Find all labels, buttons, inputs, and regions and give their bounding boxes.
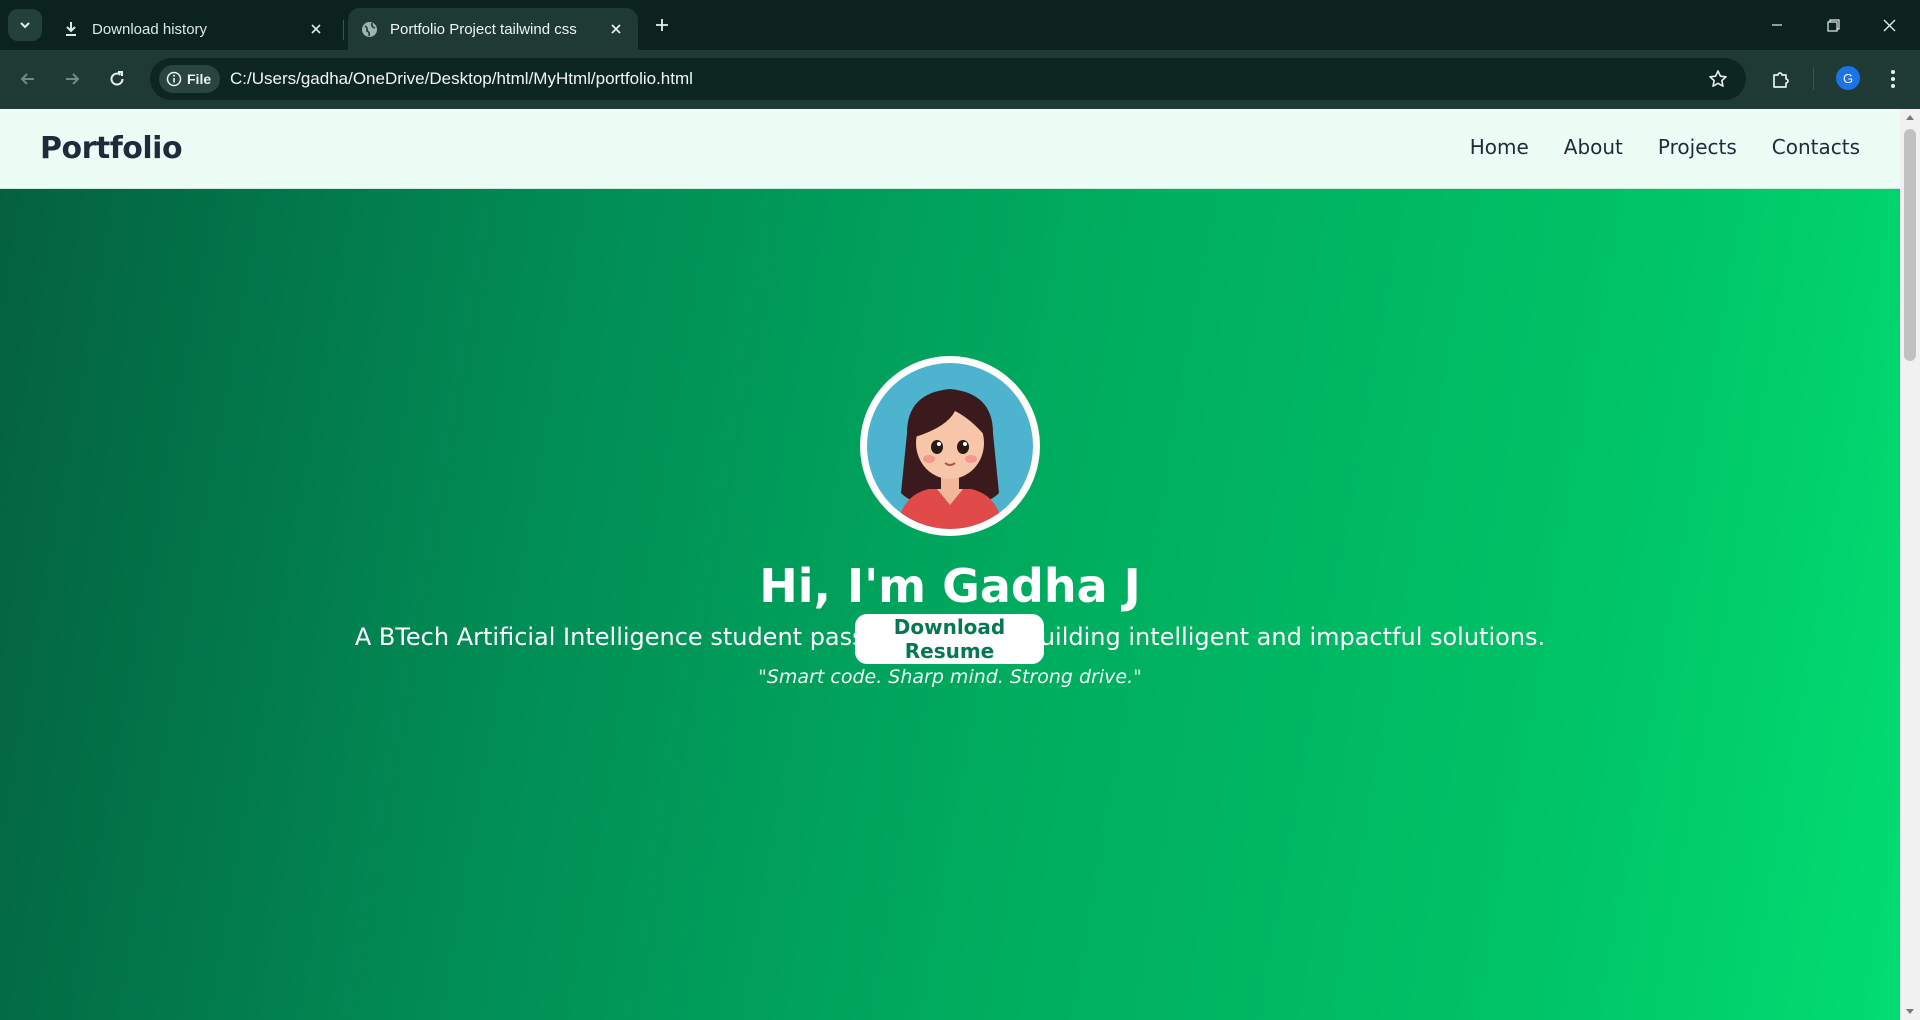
bookmark-button[interactable] (1706, 67, 1730, 91)
profile-avatar-frame (860, 356, 1040, 536)
address-bar[interactable]: File C:/Users/gadha/OneDrive/Desktop/htm… (150, 58, 1746, 100)
nav-links: Home About Projects Contacts (1435, 135, 1860, 159)
chevron-down-icon (20, 22, 30, 29)
extensions-button[interactable] (1765, 63, 1797, 95)
puzzle-icon (1773, 72, 1789, 88)
toolbar-divider (1813, 68, 1814, 90)
scrollbar-thumb[interactable] (1904, 129, 1916, 361)
plus-icon (656, 19, 668, 31)
restore-icon (1826, 18, 1840, 32)
tab-title: Download history (92, 20, 208, 38)
reload-button[interactable] (101, 63, 133, 95)
tab-download-history[interactable]: Download history (50, 8, 338, 50)
nav-link-home[interactable]: Home (1470, 135, 1529, 159)
restore-button[interactable] (1805, 0, 1861, 50)
scroll-up-arrow-icon[interactable] (1905, 112, 1915, 122)
reload-icon (110, 71, 124, 86)
site-navbar: Portfolio Home About Projects Contacts (0, 109, 1900, 189)
browser-toolbar: File C:/Users/gadha/OneDrive/Desktop/htm… (0, 50, 1920, 109)
profile-illustration (867, 363, 1033, 529)
download-resume-button[interactable]: Download Resume (855, 614, 1044, 664)
site-brand[interactable]: Portfolio (40, 131, 183, 166)
info-icon (166, 71, 182, 87)
back-button[interactable] (12, 63, 44, 95)
hero-quote: "Smart code. Sharp mind. Strong drive." (758, 666, 1142, 688)
arrow-right-icon (66, 73, 80, 85)
nav-link-projects[interactable]: Projects (1658, 135, 1737, 159)
page-viewport: Portfolio Home About Projects Contacts H… (0, 109, 1900, 1020)
tab-divider (343, 20, 344, 40)
kebab-menu-icon (1891, 70, 1895, 88)
site-info-chip[interactable]: File (159, 65, 221, 93)
nav-link-about[interactable]: About (1564, 135, 1623, 159)
close-icon[interactable] (606, 19, 626, 39)
minimize-button[interactable] (1749, 0, 1805, 50)
close-window-button[interactable] (1861, 0, 1917, 50)
globe-icon (360, 20, 378, 38)
download-icon (62, 20, 80, 38)
scroll-down-arrow-icon[interactable] (1905, 1007, 1915, 1017)
browser-tab-bar: Download history Portfolio Project tailw… (0, 0, 1920, 50)
tab-portfolio[interactable]: Portfolio Project tailwind css (348, 8, 638, 50)
nav-link-contacts[interactable]: Contacts (1772, 135, 1860, 159)
menu-button[interactable] (1877, 63, 1909, 95)
chip-label: File (187, 71, 212, 87)
close-icon[interactable] (306, 19, 326, 39)
forward-button[interactable] (56, 63, 88, 95)
star-icon (1709, 70, 1727, 87)
profile-avatar[interactable]: G (1836, 66, 1860, 90)
minimize-icon (1772, 24, 1782, 26)
close-icon (1883, 19, 1895, 31)
url-text[interactable]: C:/Users/gadha/OneDrive/Desktop/html/MyH… (230, 69, 693, 89)
hero-section: Hi, I'm Gadha J A BTech Artificial Intel… (0, 189, 1900, 1020)
tab-search-button[interactable] (8, 9, 42, 41)
new-tab-button[interactable] (650, 13, 674, 37)
page-scrollbar[interactable] (1900, 109, 1920, 1020)
hero-title: Hi, I'm Gadha J (759, 559, 1141, 613)
arrow-left-icon (20, 73, 34, 85)
tab-title: Portfolio Project tailwind css (390, 20, 577, 38)
